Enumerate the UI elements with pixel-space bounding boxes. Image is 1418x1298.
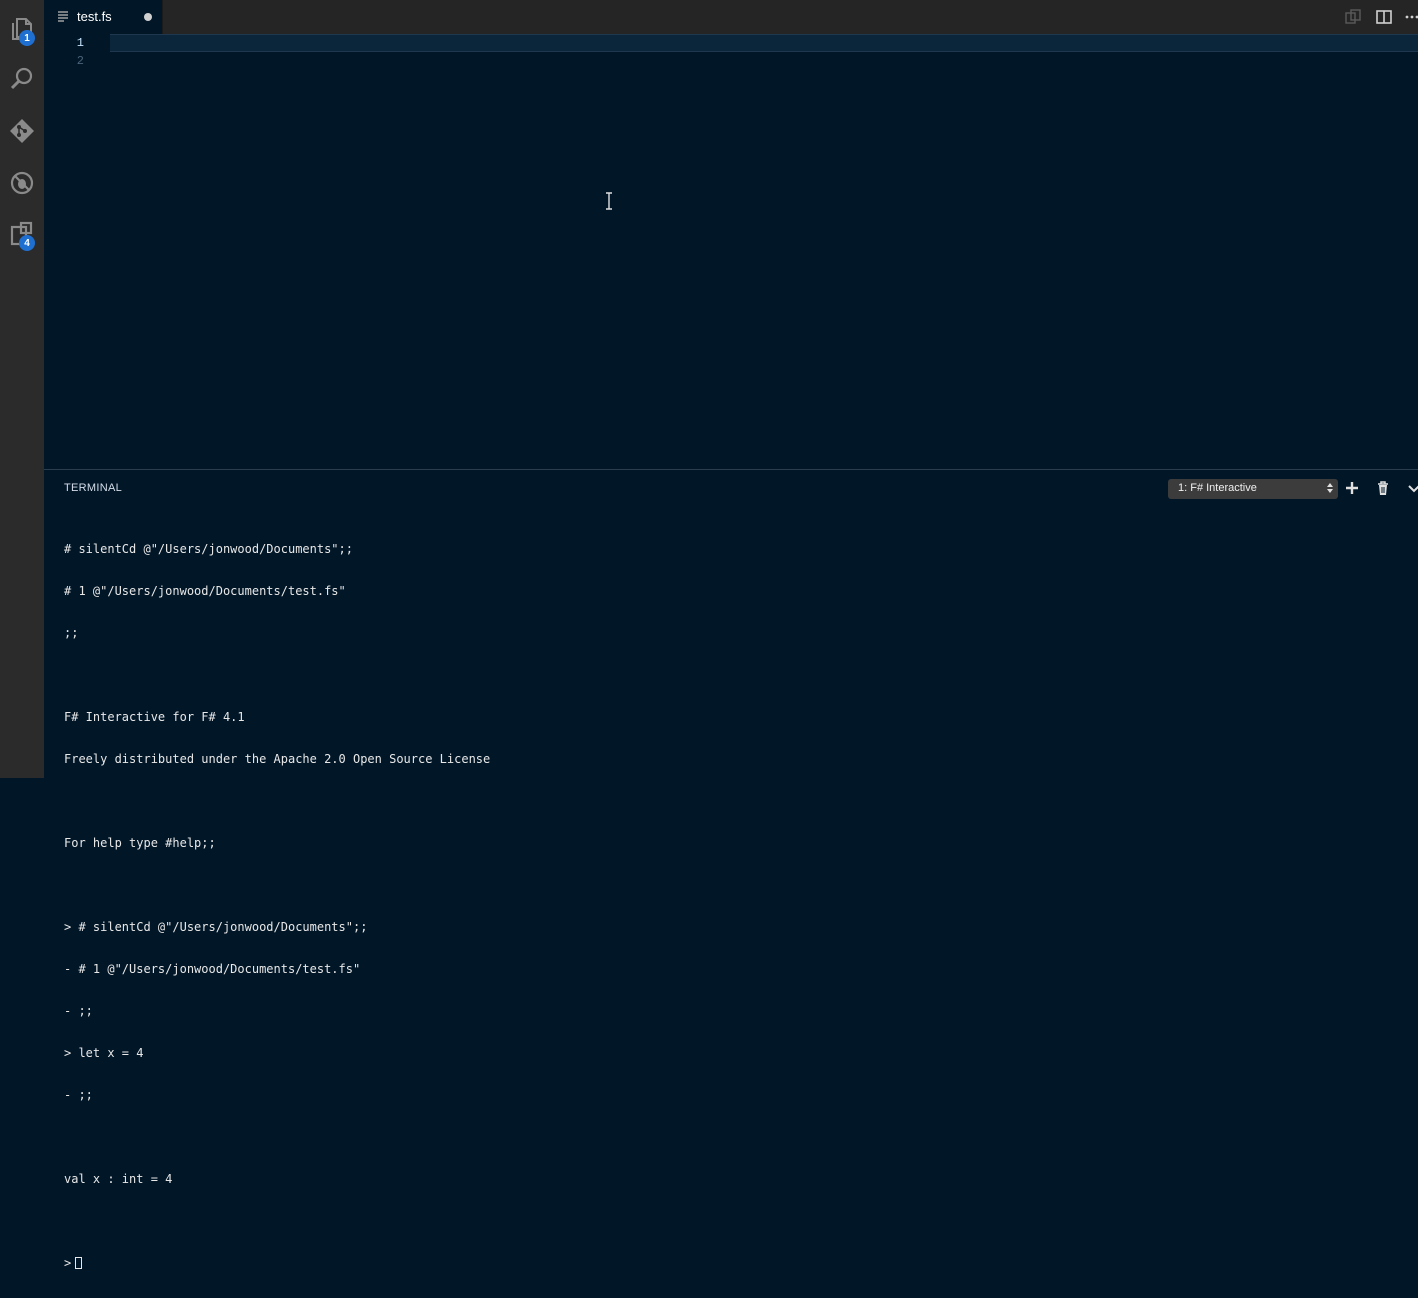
terminal-line: val x : int = 4 — [64, 1172, 173, 1186]
trash-icon[interactable] — [1375, 480, 1391, 496]
split-editor-icon[interactable] — [1375, 8, 1393, 26]
new-terminal-icon[interactable] — [1344, 480, 1360, 496]
terminal-prompt: > — [64, 1256, 72, 1270]
git-icon — [10, 119, 34, 143]
tab-bar: test.fs — [44, 0, 1418, 34]
terminal-line: For help type #help;; — [64, 836, 216, 850]
terminal-line: - # 1 @"/Users/jonwood/Documents/test.fs… — [64, 962, 361, 976]
terminal-panel: TERMINAL 1: F# Interactive # silentCd @"… — [44, 469, 1418, 1270]
terminal-prompt-line[interactable]: > — [64, 1256, 1408, 1270]
terminal-line: F# Interactive for F# 4.1 — [64, 710, 245, 724]
debug-button[interactable] — [0, 161, 44, 205]
terminal-output[interactable]: # silentCd @"/Users/jonwood/Documents";;… — [64, 514, 1408, 1298]
search-button[interactable] — [0, 57, 44, 101]
panel-title-terminal[interactable]: TERMINAL — [64, 482, 122, 494]
more-actions-icon[interactable] — [1404, 8, 1418, 26]
line-number: 1 — [76, 36, 84, 50]
terminal-line: - ;; — [64, 1088, 93, 1102]
terminal-select-value: 1: F# Interactive — [1178, 482, 1257, 494]
current-line-highlight — [110, 34, 1418, 52]
terminal-line: Freely distributed under the Apache 2.0 … — [64, 752, 491, 766]
open-changes-icon[interactable] — [1344, 8, 1362, 26]
source-control-button[interactable] — [0, 109, 44, 153]
tab-test-fs[interactable]: test.fs — [44, 0, 163, 34]
tab-label: test.fs — [77, 9, 112, 24]
terminal-select[interactable]: 1: F# Interactive — [1168, 479, 1338, 499]
extensions-badge: 4 — [19, 235, 35, 251]
terminal-line: # silentCd @"/Users/jonwood/Documents";; — [64, 542, 353, 556]
editor-area[interactable]: 1 2 — [44, 34, 1418, 469]
explorer-badge: 1 — [19, 30, 35, 46]
file-lines-icon — [58, 11, 68, 22]
terminal-cursor — [75, 1257, 83, 1269]
explorer-button[interactable]: 1 — [0, 6, 44, 50]
terminal-line: - ;; — [64, 1004, 93, 1018]
terminal-line: > let x = 4 — [64, 1046, 144, 1060]
debug-icon — [10, 171, 34, 195]
line-number: 2 — [76, 54, 84, 68]
activity-bar: 1 4 — [0, 0, 45, 778]
search-icon — [10, 67, 33, 90]
unsaved-dot-icon[interactable] — [144, 13, 152, 21]
terminal-line: # 1 @"/Users/jonwood/Documents/test.fs" — [64, 584, 346, 598]
extensions-button[interactable]: 4 — [0, 212, 44, 256]
terminal-line: ;; — [64, 626, 79, 640]
chevron-down-icon[interactable] — [1406, 480, 1418, 496]
select-arrows-icon — [1327, 483, 1333, 493]
text-cursor-icon — [606, 192, 612, 210]
terminal-line: > # silentCd @"/Users/jonwood/Documents"… — [64, 920, 368, 934]
